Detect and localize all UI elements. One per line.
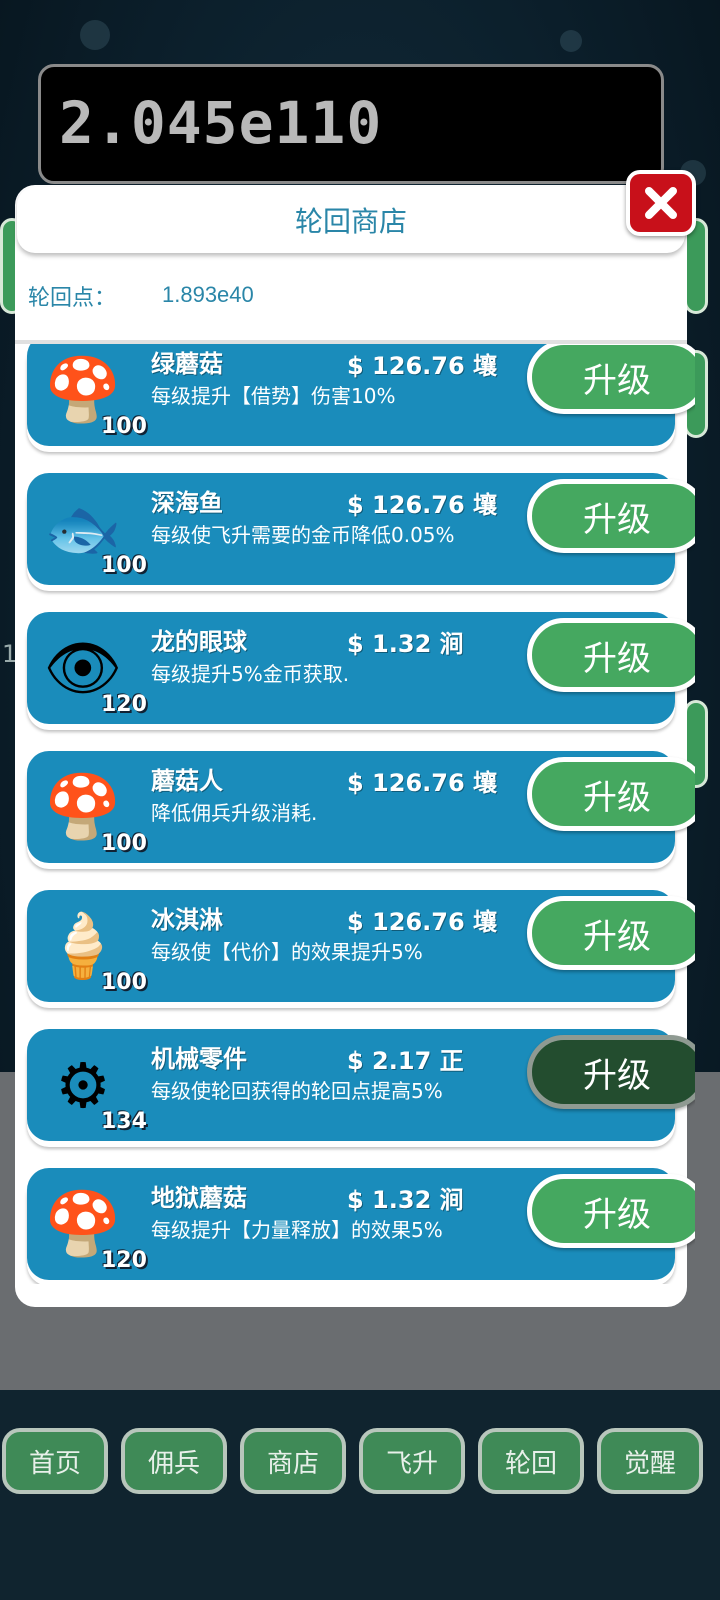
shop-item-list[interactable]: 🍄 100 绿蘑菇 $ 126.76 壤 每级提升【借势】伤害10% 升级 🐟 … <box>15 344 695 1284</box>
shop-item: 🍦 100 冰淇淋 $ 126.76 壤 每级使【代价】的效果提升5% 升级 <box>27 890 695 1002</box>
nav-button[interactable]: 飞升 <box>359 1428 465 1494</box>
item-price: $ 1.32 涧 <box>347 630 464 658</box>
shop-item: 🍄 120 地狱蘑菇 $ 1.32 涧 每级提升【力量释放】的效果5% 升级 <box>27 1168 695 1280</box>
item-name: 机械零件 <box>151 1045 247 1073</box>
item-price: $ 126.76 壤 <box>347 908 498 936</box>
close-button[interactable] <box>626 170 696 236</box>
upgrade-button[interactable]: 升级 <box>527 757 695 831</box>
bottom-nav <box>0 1390 720 1600</box>
close-x-icon <box>645 187 677 219</box>
item-level: 100 <box>101 553 147 578</box>
background-dot <box>560 30 582 52</box>
item-level: 120 <box>101 692 147 717</box>
item-description: 每级提升【借势】伤害10% <box>151 384 396 408</box>
item-description: 每级使轮回获得的轮回点提高5% <box>151 1079 443 1103</box>
item-name: 绿蘑菇 <box>151 350 223 378</box>
nav-button[interactable]: 觉醒 <box>597 1428 703 1494</box>
item-description: 每级提升【力量释放】的效果5% <box>151 1218 443 1242</box>
upgrade-button[interactable]: 升级 <box>527 479 695 553</box>
upgrade-button[interactable]: 升级 <box>527 344 695 414</box>
item-description: 每级使【代价】的效果提升5% <box>151 940 423 964</box>
nav-button[interactable]: 佣兵 <box>121 1428 227 1494</box>
modal-title: 轮回商店 <box>294 205 407 238</box>
item-description: 降低佣兵升级消耗. <box>151 801 318 825</box>
shop-item: ⚙ 134 机械零件 $ 2.17 正 每级使轮回获得的轮回点提高5% 升级 <box>27 1029 695 1141</box>
item-level: 100 <box>101 831 147 856</box>
item-price: $ 126.76 壤 <box>347 352 498 380</box>
item-price: $ 2.17 正 <box>347 1047 464 1075</box>
item-level: 100 <box>101 970 147 995</box>
points-label: 轮回点： <box>28 286 117 311</box>
item-description: 每级使飞升需要的金币降低0.05% <box>151 523 455 547</box>
background-dot <box>80 20 110 50</box>
item-name: 冰淇淋 <box>151 906 223 934</box>
item-level: 120 <box>101 1248 147 1273</box>
upgrade-button[interactable]: 升级 <box>527 896 695 970</box>
modal-header: 轮回商店 <box>17 187 685 253</box>
upgrade-button[interactable]: 升级 <box>527 1035 695 1109</box>
item-name: 龙的眼球 <box>151 628 247 656</box>
nav-button[interactable]: 轮回 <box>478 1428 584 1494</box>
nav-button[interactable]: 商店 <box>240 1428 346 1494</box>
shop-item: 🍄 100 绿蘑菇 $ 126.76 壤 每级提升【借势】伤害10% 升级 <box>27 344 695 446</box>
gold-amount: 2.045e110 <box>59 89 383 157</box>
gold-display: 2.045e110 <box>38 64 664 184</box>
item-name: 蘑菇人 <box>151 767 223 795</box>
shop-item: 🐟 100 深海鱼 $ 126.76 壤 每级使飞升需要的金币降低0.05% 升… <box>27 473 695 585</box>
item-price: $ 1.32 涧 <box>347 1186 464 1214</box>
points-value: 1.893e40 <box>162 282 254 307</box>
item-price: $ 126.76 壤 <box>347 491 498 519</box>
item-level: 134 <box>101 1109 147 1134</box>
upgrade-button[interactable]: 升级 <box>527 1174 695 1248</box>
item-description: 每级提升5%金币获取. <box>151 662 350 686</box>
shop-item: 👁 120 龙的眼球 $ 1.32 涧 每级提升5%金币获取. 升级 <box>27 612 695 724</box>
item-price: $ 126.76 壤 <box>347 769 498 797</box>
shop-item: 🍄 100 蘑菇人 $ 126.76 壤 降低佣兵升级消耗. 升级 <box>27 751 695 863</box>
upgrade-button[interactable]: 升级 <box>527 618 695 692</box>
nav-button[interactable]: 首页 <box>2 1428 108 1494</box>
item-name: 地狱蘑菇 <box>151 1184 247 1212</box>
item-level: 100 <box>101 414 147 439</box>
item-name: 深海鱼 <box>151 489 223 517</box>
